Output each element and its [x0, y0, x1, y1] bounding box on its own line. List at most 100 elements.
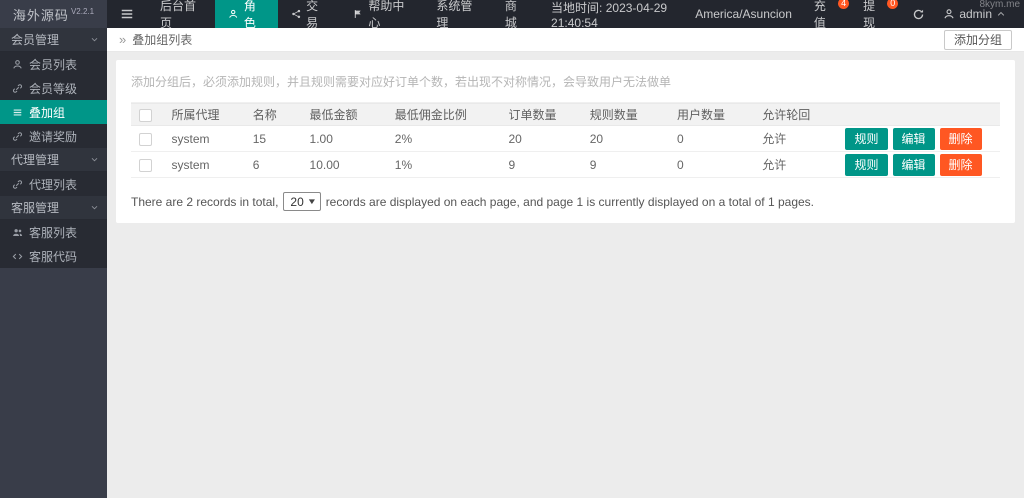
actions-column-header [837, 103, 1000, 126]
sidebar-group-title: 客服管理 [11, 201, 60, 215]
table-body: system 15 1.00 2% 20 20 0 允许 规则 编辑 删除 system 6 10.00 1… [131, 125, 1000, 178]
pagination-prefix: There are 2 records in total, [131, 194, 279, 209]
withdraw-link[interactable]: 提现 0 [853, 0, 899, 31]
row-checkbox[interactable] [139, 132, 152, 146]
sidebar-item-service-list[interactable]: 客服列表 [0, 220, 107, 244]
sidebar-item-label: 会员等级 [29, 81, 78, 96]
column-header: 最低金额 [301, 103, 387, 126]
top-nav-item-trade[interactable]: 交易 [278, 0, 340, 30]
top-nav-item-label: 后台首页 [160, 0, 197, 30]
pagination-suffix: records are displayed on each page, and … [325, 194, 815, 209]
top-nav-item-help-center[interactable]: 帮助中心 [340, 0, 423, 30]
sidebar-group-title: 会员管理 [11, 33, 60, 47]
table-row: system 6 10.00 1% 9 9 0 允许 规则 编辑 删除 [131, 151, 1000, 178]
username: admin [959, 7, 992, 21]
sidebar-group-title: 代理管理 [11, 153, 60, 167]
top-nav-item-system[interactable]: 系统管理 [423, 0, 491, 30]
recharge-badge: 4 [838, 0, 850, 9]
column-header: 订单数量 [500, 103, 582, 126]
sidebar-item-service-code[interactable]: 客服代码 [0, 244, 107, 268]
link-icon [12, 83, 23, 94]
local-time: 当地时间: 2023-04-29 21:40:54 [551, 0, 668, 30]
add-group-button[interactable]: 添加分组 [943, 29, 1012, 50]
content-card: 添加分组后，必须添加规则，并且规则需要对应好订单个数，若出现不对称情况，会导致用… [116, 60, 1015, 223]
top-bar: 海外源码 V2.2.1 后台首页 角色 交易 帮助中心 系统管理 商城 当地时间: 2023… [0, 0, 1024, 31]
recharge-label: 充值 [813, 0, 826, 30]
top-nav-item-mall[interactable]: 商城 [492, 0, 539, 30]
top-nav-item-label: 系统管理 [436, 0, 473, 30]
link-icon [12, 131, 23, 142]
menu-icon [120, 7, 134, 21]
cell: system [163, 125, 245, 152]
sidebar-item-invite-reward[interactable]: 邀请奖励 [0, 124, 107, 148]
row-actions-cell: 规则 编辑 删除 [837, 125, 1000, 152]
pagination: There are 2 records in total, 20 ▼ recor… [131, 178, 1000, 211]
sidebar-item-label: 叠加组 [29, 105, 66, 120]
withdraw-label: 提现 [863, 0, 876, 30]
refresh-button[interactable] [902, 8, 935, 21]
list-icon [12, 107, 23, 118]
user-menu[interactable]: admin [935, 7, 1014, 21]
top-nav-item-label: 帮助中心 [368, 0, 405, 30]
withdraw-badge: 0 [887, 0, 899, 9]
chevron-down-icon [90, 35, 99, 44]
cell: 10.00 [301, 151, 387, 178]
select-all-checkbox[interactable] [139, 108, 152, 122]
user-icon [228, 8, 238, 20]
chevron-down-icon [90, 203, 99, 212]
sidebar-group-service-management[interactable]: 客服管理 [0, 196, 107, 220]
rule-button[interactable]: 规则 [845, 153, 888, 176]
cell: 0 [668, 125, 755, 152]
caret-down-icon: ▼ [306, 197, 317, 206]
page-title: 叠加组列表 [132, 33, 193, 47]
column-header: 用户数量 [668, 103, 755, 126]
page-size-select[interactable]: 20 ▼ [283, 192, 321, 211]
chevron-up-icon [996, 9, 1006, 19]
delete-button[interactable]: 删除 [939, 153, 982, 176]
sidebar-item-stack-group[interactable]: 叠加组 [0, 100, 107, 124]
rule-button[interactable]: 规则 [845, 127, 888, 150]
app-logo: 海外源码 V2.2.1 [0, 0, 107, 28]
top-nav-item-dashboard[interactable]: 后台首页 [147, 0, 215, 30]
timezone: America/Asuncion [695, 7, 792, 21]
cell: 15 [244, 125, 302, 152]
top-bar-right: 当地时间: 2023-04-29 21:40:54 America/Asunci… [539, 0, 1024, 31]
top-nav: 后台首页 角色 交易 帮助中心 系统管理 商城 [147, 0, 539, 30]
sidebar-toggle-button[interactable] [107, 0, 147, 28]
table-header-row: 所属代理 名称 最低金额 最低佣金比例 订单数量 规则数量 用户数量 允许轮回 [131, 103, 1000, 126]
cell: 20 [581, 125, 669, 152]
page-size-value: 20 [290, 194, 304, 209]
flag-icon [353, 8, 363, 20]
side-nav: 会员管理会员列表会员等级叠加组邀请奖励代理管理代理列表客服管理客服列表 客服代码 [0, 28, 107, 268]
sidebar: 会员管理会员列表会员等级叠加组邀请奖励代理管理代理列表客服管理客服列表 客服代码 [0, 28, 107, 498]
sidebar-group-agent-management[interactable]: 代理管理 [0, 148, 107, 172]
table-row: system 15 1.00 2% 20 20 0 允许 规则 编辑 删除 [131, 125, 1000, 152]
sidebar-group-member-management[interactable]: 会员管理 [0, 28, 107, 52]
sidebar-item-label: 会员列表 [29, 57, 78, 72]
edit-button[interactable]: 编辑 [892, 153, 935, 176]
cell: 6 [244, 151, 302, 178]
breadcrumb-separator: » [119, 32, 127, 47]
cell: 9 [500, 151, 582, 178]
cell: 9 [581, 151, 669, 178]
sidebar-item-label: 代理列表 [29, 177, 78, 192]
sidebar-item-agent-list[interactable]: 代理列表 [0, 172, 107, 196]
delete-button[interactable]: 删除 [939, 127, 982, 150]
share-icon [291, 8, 301, 20]
app-title: 海外源码 [12, 7, 69, 23]
code-icon [12, 251, 23, 262]
group-table: 所属代理 名称 最低金额 最低佣金比例 订单数量 规则数量 用户数量 允许轮回 system 1… [131, 103, 1000, 178]
column-header: 所属代理 [163, 103, 245, 126]
column-header: 规则数量 [581, 103, 669, 126]
top-nav-item-role[interactable]: 角色 [215, 0, 278, 30]
row-checkbox[interactable] [139, 158, 152, 172]
edit-button[interactable]: 编辑 [892, 127, 935, 150]
recharge-link[interactable]: 充值 4 [804, 0, 850, 31]
sidebar-item-member-level[interactable]: 会员等级 [0, 76, 107, 100]
user-icon [943, 8, 955, 20]
breadcrumb-bar: » 叠加组列表 添加分组 [107, 28, 1024, 52]
sidebar-item-member-list[interactable]: 会员列表 [0, 52, 107, 76]
cell: 2% [386, 125, 501, 152]
row-checkbox-cell [131, 125, 164, 152]
top-nav-item-label: 商城 [504, 0, 517, 30]
